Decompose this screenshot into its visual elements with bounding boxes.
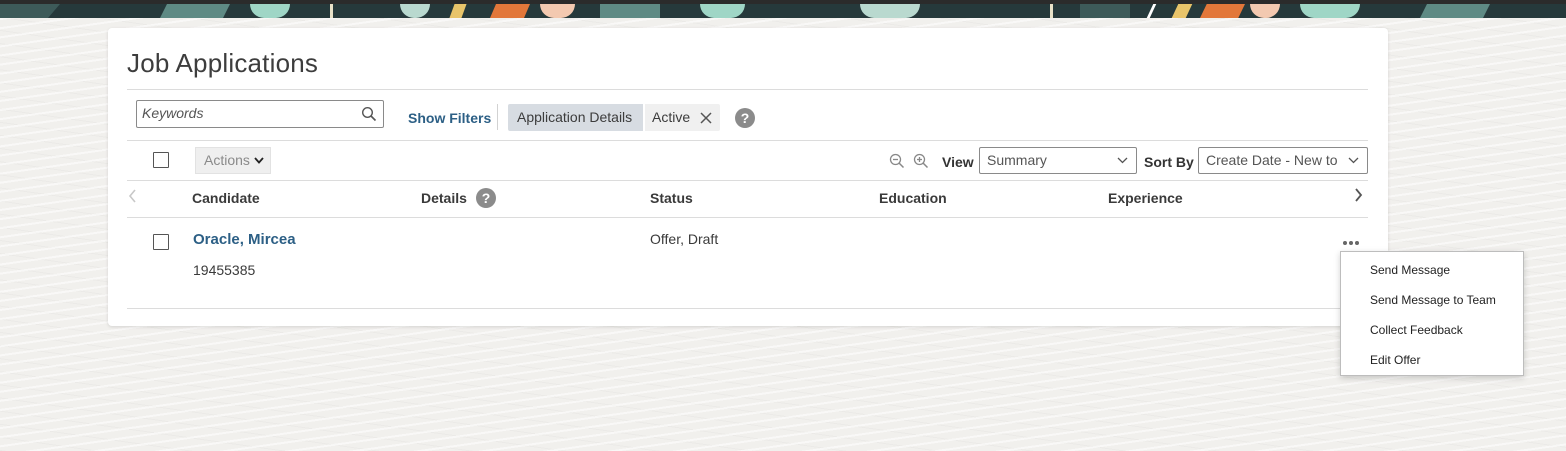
toolbar-divider (497, 104, 498, 130)
banner-shape (1050, 4, 1053, 18)
menu-item-send-message[interactable]: Send Message (1370, 263, 1450, 277)
view-select[interactable]: Summary (979, 147, 1137, 174)
banner-shape (860, 4, 920, 18)
banner-shape (600, 4, 660, 18)
banner-shape (1300, 4, 1360, 18)
menu-item-edit-offer[interactable]: Edit Offer (1370, 353, 1420, 367)
more-actions-icon[interactable] (1341, 238, 1361, 248)
banner-shape (1171, 4, 1193, 18)
actions-menu-button[interactable]: Actions (195, 147, 271, 174)
sort-by-select-value: Create Date - New to (1206, 152, 1338, 168)
candidate-name-link[interactable]: Oracle, Mircea (193, 231, 296, 248)
controls-divider-line (127, 180, 1368, 181)
banner-shape (1250, 4, 1280, 18)
banner-shape (490, 4, 530, 18)
zoom-in-icon[interactable] (913, 153, 929, 169)
job-applications-card: Job Applications Show Filters Applicatio… (108, 28, 1388, 326)
banner-shape (700, 4, 745, 18)
header-banner (0, 0, 1566, 18)
toolbar-divider-line (127, 140, 1368, 141)
chevron-down-icon (1117, 157, 1128, 164)
header-divider-line (127, 217, 1368, 218)
view-label: View (942, 154, 974, 170)
banner-shape (0, 4, 60, 18)
remove-filter-icon[interactable] (698, 110, 714, 126)
candidate-id: 19455385 (193, 262, 256, 278)
column-header-experience[interactable]: Experience (1108, 190, 1183, 206)
sort-by-select[interactable]: Create Date - New to (1198, 147, 1368, 174)
chevron-down-icon (1348, 157, 1359, 164)
details-help-icon[interactable]: ? (476, 188, 496, 208)
row-actions-menu: Send Message Send Message to Team Collec… (1340, 251, 1524, 376)
scroll-left-icon[interactable] (128, 189, 138, 203)
column-header-details[interactable]: Details (421, 190, 467, 206)
search-icon[interactable] (361, 106, 377, 122)
banner-shape (250, 4, 290, 18)
row-divider-line (127, 308, 1368, 309)
banner-shape (330, 4, 333, 18)
column-header-candidate[interactable]: Candidate (192, 190, 260, 206)
banner-shape (1146, 4, 1157, 18)
banner-shape (1420, 4, 1490, 18)
show-filters-link[interactable]: Show Filters (408, 110, 491, 126)
page-title: Job Applications (127, 48, 319, 78)
banner-shape (449, 4, 467, 18)
column-header-education[interactable]: Education (879, 190, 947, 206)
banner-shape (1080, 4, 1130, 18)
keywords-search-box (136, 100, 384, 128)
column-header-status[interactable]: Status (650, 190, 693, 206)
banner-shape (540, 4, 575, 18)
title-divider (127, 89, 1368, 90)
application-status: Offer, Draft (650, 231, 719, 247)
filter-help-icon[interactable]: ? (735, 108, 755, 128)
zoom-out-icon[interactable] (889, 153, 905, 169)
row-select-checkbox[interactable] (153, 234, 169, 250)
keywords-search-input[interactable] (137, 101, 352, 125)
select-all-checkbox[interactable] (153, 152, 169, 168)
menu-item-collect-feedback[interactable]: Collect Feedback (1370, 323, 1463, 337)
sort-by-label: Sort By (1144, 154, 1194, 170)
banner-shape (1200, 4, 1245, 18)
banner-shape (400, 4, 430, 18)
menu-item-send-message-to-team[interactable]: Send Message to Team (1370, 293, 1496, 307)
actions-label: Actions (204, 152, 250, 168)
filter-chip-label[interactable]: Application Details (508, 104, 643, 131)
banner-shape (160, 4, 230, 18)
scroll-right-icon[interactable] (1353, 188, 1363, 202)
view-select-value: Summary (987, 152, 1047, 168)
chevron-down-icon (254, 157, 264, 164)
